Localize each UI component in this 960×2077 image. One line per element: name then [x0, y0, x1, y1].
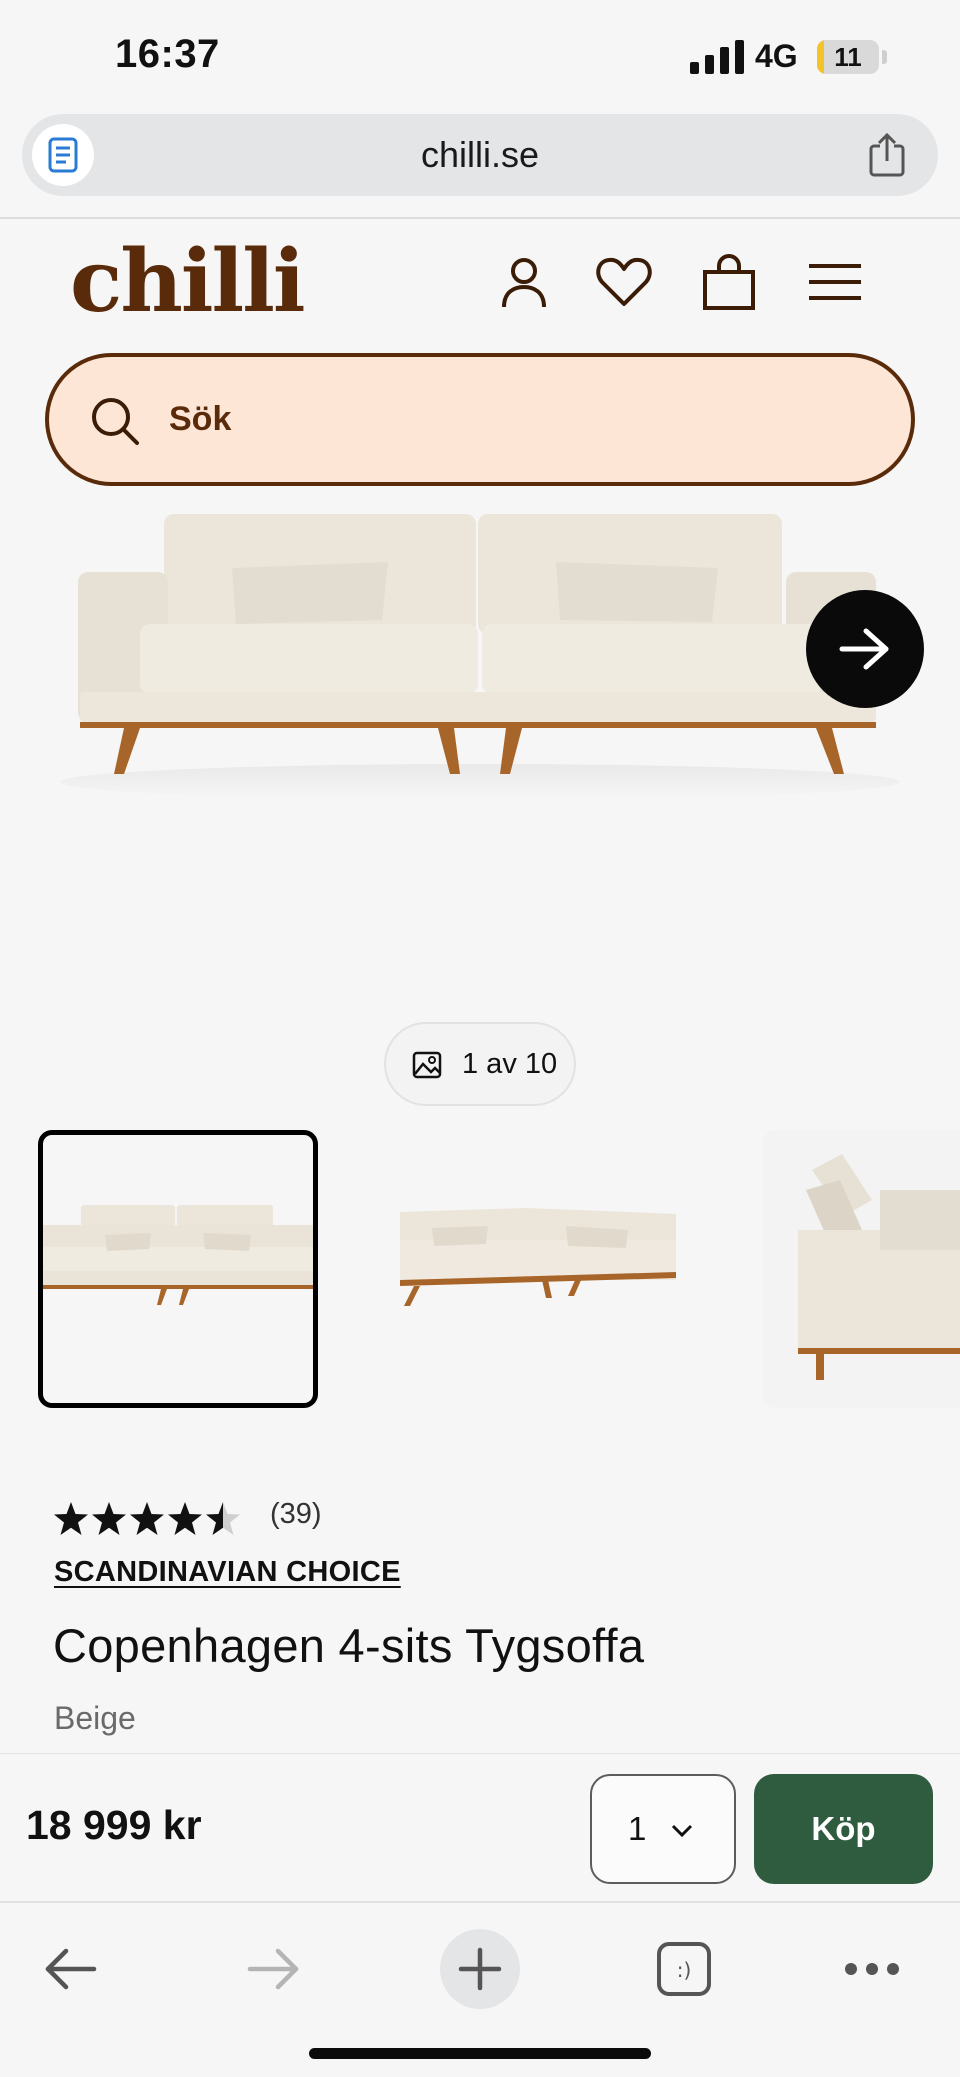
battery-percent: 11 [834, 42, 862, 72]
tabs-icon: :) [657, 1942, 711, 1996]
site-logo[interactable]: chilli [70, 232, 306, 332]
buy-bar: 18 999 kr 1 Köp [0, 1753, 960, 1901]
bag-icon[interactable] [699, 252, 759, 312]
divider [0, 217, 960, 219]
new-tab-button[interactable] [440, 1929, 520, 2009]
star-icon [206, 1502, 240, 1535]
forward-button[interactable] [234, 1929, 314, 2009]
thumbnail-1[interactable] [38, 1130, 318, 1408]
heart-icon[interactable] [594, 252, 654, 312]
thumbnail-image [762, 1130, 960, 1408]
search-input[interactable]: Sök [45, 353, 915, 486]
buy-button[interactable]: Köp [754, 1774, 933, 1884]
battery-tip [882, 50, 887, 64]
chevron-down-icon [671, 1824, 693, 1838]
battery-icon: 11 [817, 40, 879, 74]
brand-link[interactable]: SCANDINAVIAN CHOICE [54, 1556, 401, 1589]
arrow-right-icon [839, 628, 889, 670]
thumbnail-image [43, 1205, 313, 1305]
status-bar: 16:37 4G 11 [0, 0, 960, 110]
product-title: Copenhagen 4-sits Tygsoffa [53, 1619, 645, 1672]
forward-arrow-icon [247, 1948, 299, 1990]
search-icon [92, 398, 139, 445]
review-count[interactable]: (39) [270, 1498, 322, 1531]
tabs-glyph: :) [677, 1958, 692, 1982]
product-price: 18 999 kr [26, 1802, 202, 1848]
menu-icon[interactable] [805, 252, 865, 312]
product-image[interactable] [0, 500, 960, 1000]
star-icon [92, 1502, 126, 1535]
url-text[interactable]: chilli.se [22, 114, 938, 196]
thumbnail-2[interactable] [396, 1130, 676, 1408]
star-icon [130, 1502, 164, 1535]
rating-stars[interactable] [52, 1500, 242, 1540]
thumbnail-image [400, 1208, 676, 1306]
status-time: 16:37 [115, 32, 220, 76]
signal-icon [690, 40, 744, 74]
image-icon [412, 1051, 442, 1079]
share-icon[interactable] [864, 132, 910, 178]
search-placeholder: Sök [169, 400, 232, 438]
more-icon [845, 1963, 899, 1975]
home-indicator [309, 2048, 651, 2059]
back-button[interactable] [30, 1929, 110, 2009]
image-counter: 1 av 10 [384, 1022, 576, 1106]
quantity-select[interactable]: 1 [590, 1774, 736, 1884]
thumbnail-3[interactable] [762, 1130, 960, 1408]
back-arrow-icon [45, 1948, 97, 1990]
tabs-button[interactable]: :) [644, 1929, 724, 2009]
more-button[interactable] [832, 1929, 912, 2009]
quantity-value: 1 [628, 1810, 647, 1847]
plus-icon [458, 1947, 502, 1991]
next-image-button[interactable] [806, 590, 924, 708]
star-icon [168, 1502, 202, 1535]
product-color: Beige [54, 1700, 136, 1736]
address-bar[interactable]: chilli.se [22, 114, 938, 196]
reader-button[interactable] [32, 124, 94, 186]
network-type: 4G [755, 38, 798, 74]
star-icon [54, 1502, 88, 1535]
account-icon[interactable] [494, 252, 554, 312]
image-counter-text: 1 av 10 [462, 1048, 558, 1080]
document-icon [48, 137, 78, 173]
